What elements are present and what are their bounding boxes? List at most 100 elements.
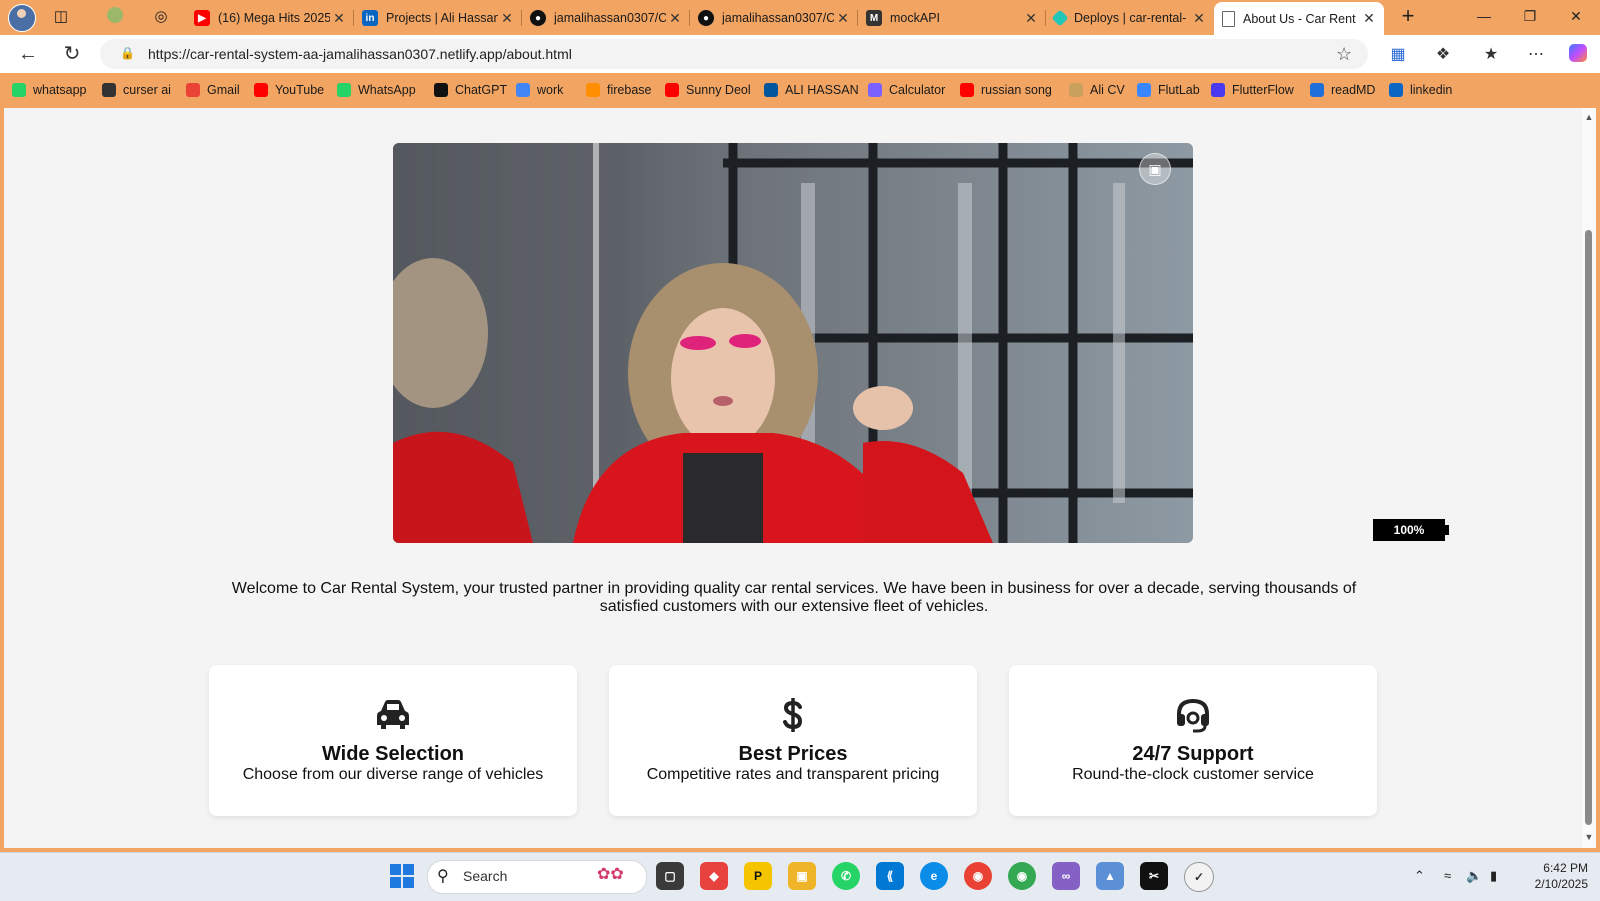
tab-5[interactable]: Deploys | car-rental- ✕ [1046, 3, 1214, 33]
taskbar-clock[interactable]: 6:42 PM 2/10/2025 [1518, 860, 1588, 892]
tab-0[interactable]: ▶ (16) Mega Hits 2025 ✕ [186, 3, 354, 33]
favorites-icon[interactable]: ★ [1479, 44, 1503, 64]
favorite-star-icon[interactable]: ☆ [1336, 44, 1352, 65]
close-icon[interactable]: ✕ [834, 10, 852, 27]
battery-icon[interactable]: ▮ [1490, 868, 1497, 884]
linkedin-icon [1389, 83, 1403, 97]
tab-6-active[interactable]: About Us - Car Rent ✕ [1214, 2, 1384, 35]
wifi-icon[interactable]: ≈ [1444, 868, 1451, 883]
windows-start-icon[interactable] [390, 864, 414, 888]
bookmark-youtube[interactable]: YouTube [254, 81, 324, 99]
tab-title: Deploys | car-rental- [1074, 11, 1187, 25]
flutterflow-icon [1211, 83, 1225, 97]
copilot-icon[interactable] [1566, 44, 1590, 64]
tray-overflow-icon[interactable]: ⌃ [1414, 868, 1425, 884]
bookmark-flutlab[interactable]: FlutLab [1137, 81, 1200, 99]
minimize-button[interactable]: — [1469, 8, 1499, 24]
tab-1[interactable]: in Projects | Ali Hassan ✕ [354, 3, 522, 33]
volume-icon[interactable]: 🔈 [1466, 868, 1482, 884]
chatgpt-pinned-icon[interactable]: ◎ [152, 8, 170, 26]
bookmark-chatgpt[interactable]: ChatGPT [434, 81, 507, 99]
linkedin-icon: in [362, 10, 378, 26]
scroll-up-arrow[interactable]: ▲ [1584, 112, 1594, 122]
chrome-dev-icon[interactable]: ◉ [1008, 862, 1036, 890]
clock-date: 2/10/2025 [1534, 877, 1588, 891]
bookmark-curser-ai[interactable]: curser ai [102, 81, 171, 99]
edge-icon[interactable]: e [920, 862, 948, 890]
workspaces-icon[interactable]: ◫ [52, 8, 70, 26]
whatsapp-icon [12, 83, 26, 97]
bookmark-label: russian song [981, 83, 1052, 97]
whatsapp-taskbar-icon[interactable]: ✆ [832, 862, 860, 890]
tab-title: mockAPI [890, 11, 941, 25]
tab-4[interactable]: M mockAPI ✕ [858, 3, 1046, 33]
visual-studio-icon[interactable]: ∞ [1052, 862, 1080, 890]
bookmark-work[interactable]: work [516, 81, 563, 99]
cv-icon [1069, 83, 1083, 97]
window-close-button[interactable]: ✕ [1561, 8, 1591, 25]
bookmark-firebase[interactable]: firebase [586, 81, 651, 99]
profile-avatar[interactable] [8, 4, 36, 32]
close-icon[interactable]: ✕ [1190, 10, 1208, 27]
bookmark-label: Ali CV [1090, 83, 1125, 97]
bookmark-whatsapp[interactable]: WhatsApp [337, 81, 416, 99]
chat-app-icon[interactable]: P [744, 862, 772, 890]
feature-title: Wide Selection [321, 743, 465, 765]
bookmark-ali-cv[interactable]: Ali CV [1069, 81, 1125, 99]
tab-2[interactable]: ● jamalihassan0307/Ca ✕ [522, 3, 690, 33]
bookmark-label: FlutterFlow [1232, 83, 1294, 97]
search-placeholder[interactable]: Search [463, 868, 507, 884]
car-icon [377, 700, 409, 729]
feature-title: Best Prices [738, 743, 848, 765]
youtube-icon: ▶ [194, 10, 210, 26]
translate-icon[interactable]: ▦ [1386, 44, 1410, 64]
tab-3[interactable]: ● jamalihassan0307/Ca ✕ [690, 3, 858, 33]
tab-title: jamalihassan0307/Ca [722, 11, 834, 25]
bookmark-whatsapp[interactable]: whatsapp [12, 81, 87, 99]
chart-app-icon[interactable]: ▲ [1096, 862, 1124, 890]
bookmark-label: curser ai [123, 83, 171, 97]
scroll-down-arrow[interactable]: ▼ [1584, 832, 1594, 842]
bookmark-sunny-deol[interactable]: Sunny Deol [665, 81, 751, 99]
gmail-icon [186, 83, 200, 97]
close-icon[interactable]: ✕ [498, 10, 516, 27]
readmd-icon [1310, 83, 1324, 97]
bookmark-label: YouTube [275, 83, 325, 97]
bookmark-gmail[interactable]: Gmail [186, 81, 240, 99]
capcut-icon[interactable]: ✂ [1140, 862, 1168, 890]
close-icon[interactable]: ✕ [330, 10, 348, 27]
headset-icon [1177, 698, 1209, 733]
reload-button[interactable]: ↻ [60, 43, 84, 67]
close-icon[interactable]: ✕ [666, 10, 684, 27]
page-icon [1222, 10, 1235, 27]
bookmark-russian-song[interactable]: russian song [960, 81, 1052, 99]
restore-button[interactable]: ❐ [1515, 8, 1545, 25]
bookmark-linkedin[interactable]: linkedin [1389, 81, 1452, 99]
anydesk-icon[interactable]: ◆ [700, 862, 728, 890]
bookmark-calculator[interactable]: Calculator [868, 81, 945, 99]
clock-app-icon[interactable]: ✓ [1184, 862, 1214, 892]
scrollbar-thumb[interactable] [1585, 230, 1592, 825]
docs-icon [516, 83, 530, 97]
close-icon[interactable]: ✕ [1022, 10, 1040, 27]
tab-title: Projects | Ali Hassan [386, 11, 498, 25]
more-menu-icon[interactable]: ⋯ [1524, 44, 1548, 64]
task-view-icon[interactable]: ▢ [656, 862, 684, 890]
bookmark-flutterflow[interactable]: FlutterFlow [1211, 81, 1294, 99]
chatgpt-icon [434, 83, 448, 97]
vscode-icon[interactable]: ⟪ [876, 862, 904, 890]
lock-icon[interactable]: 🔒 [120, 46, 135, 60]
bookmark-ali-hassan[interactable]: ALI HASSAN [764, 81, 859, 99]
close-icon[interactable]: ✕ [1360, 10, 1378, 27]
back-button[interactable]: ← [16, 43, 40, 67]
file-explorer-icon[interactable]: ▣ [788, 862, 816, 890]
pinned-tab-icon[interactable] [106, 7, 124, 25]
chrome-icon[interactable]: ◉ [964, 862, 992, 890]
extensions-icon[interactable]: ❖ [1431, 44, 1455, 64]
bookmark-label: FlutLab [1158, 83, 1200, 97]
url-text[interactable]: https://car-rental-system-aa-jamalihassa… [148, 46, 572, 62]
visual-search-icon[interactable]: ▣ [1139, 153, 1171, 185]
search-highlight-icon: ✿✿ [597, 866, 624, 883]
new-tab-button[interactable]: + [1396, 5, 1420, 29]
bookmark-readmd[interactable]: readMD [1310, 81, 1375, 99]
